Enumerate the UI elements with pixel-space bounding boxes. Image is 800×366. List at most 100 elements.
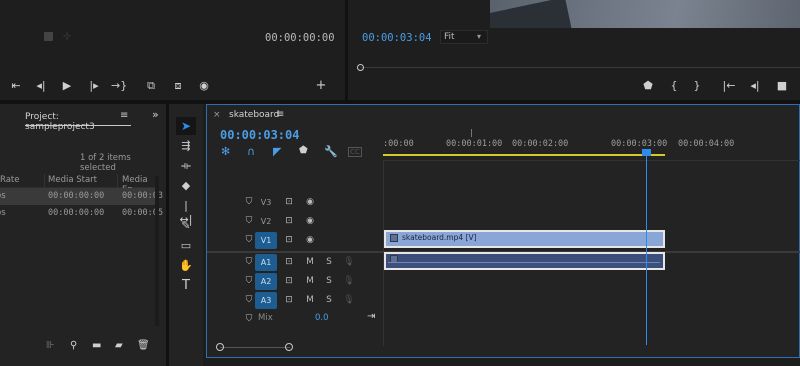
mix-label: Mix: [258, 313, 273, 323]
rectangle-tool-icon[interactable]: ▭: [178, 239, 194, 253]
sequence-menu-icon[interactable]: ≡: [276, 109, 284, 120]
overflow-icon[interactable]: »: [152, 108, 159, 121]
program-scrub-handle[interactable]: [357, 64, 364, 71]
lock-icon[interactable]: ⛉: [243, 314, 255, 324]
slip-tool-icon[interactable]: |↔|: [178, 199, 194, 226]
search-icon[interactable]: ⚲: [70, 340, 77, 351]
time-ruler[interactable]: :00:00 00:00:01:00 00:00:02:00 00:00:03:…: [383, 129, 800, 159]
project-tab[interactable]: Project: sampleproject3: [25, 110, 131, 132]
column-rate[interactable]: Rate: [0, 175, 20, 185]
project-menu-icon[interactable]: ≡: [120, 110, 128, 121]
track-label-v1[interactable]: V1: [255, 232, 277, 249]
zoom-handle-left[interactable]: [216, 343, 224, 351]
export-frame-icon[interactable]: ◉: [196, 79, 212, 93]
cell-rate: os: [0, 208, 6, 218]
lock-icon[interactable]: ⛉: [243, 257, 255, 267]
wrench-icon[interactable]: 🔧: [324, 145, 338, 158]
close-icon[interactable]: ×: [213, 110, 221, 120]
stop-icon[interactable]: ■: [774, 79, 790, 93]
mute-icon[interactable]: M: [304, 276, 316, 286]
track-label-v2[interactable]: V2: [255, 213, 277, 230]
selection-tool-icon[interactable]: ➤: [176, 117, 196, 135]
split-icon[interactable]: ⊹: [63, 31, 71, 42]
hand-tool-icon[interactable]: ✋: [178, 259, 194, 273]
work-area-bar[interactable]: [383, 154, 665, 156]
lock-icon[interactable]: ⛉: [243, 197, 255, 207]
track-label-a2[interactable]: A2: [255, 273, 277, 290]
zoom-handle-right[interactable]: [285, 343, 293, 351]
timeline-panel: × skateboard ≡ 00:00:03:04 ✻ ∩ ◤ ⬟ 🔧 CC …: [206, 104, 800, 358]
program-transport-bar: ⬟ { } |← ◂| ■: [348, 78, 800, 96]
playhead-line[interactable]: [646, 155, 647, 345]
snap-icon[interactable]: ∩: [247, 145, 255, 158]
table-row[interactable]: os 00:00:00:00 00:00:05: [0, 205, 163, 222]
storyboard-icon[interactable]: ⊪: [46, 340, 55, 351]
zoom-select[interactable]: Fit ▾: [440, 30, 488, 44]
new-item-icon[interactable]: ▰: [115, 340, 123, 351]
project-list-scrollbar[interactable]: [155, 176, 159, 326]
sync-lock-icon[interactable]: ⊡: [283, 216, 295, 226]
sync-lock-icon[interactable]: ⊡: [283, 197, 295, 207]
timeline-zoom-bar[interactable]: [220, 347, 290, 348]
new-bin-icon[interactable]: ▬: [92, 340, 101, 351]
sync-lock-icon[interactable]: ⊡: [283, 257, 295, 267]
microphone-icon[interactable]: 🎙: [343, 257, 355, 267]
razor-tool-icon[interactable]: ◆: [178, 179, 194, 193]
mute-icon[interactable]: M: [304, 295, 316, 305]
add-button-icon[interactable]: +: [313, 79, 329, 93]
solo-icon[interactable]: S: [323, 276, 335, 286]
track-label-a1[interactable]: A1: [255, 254, 277, 271]
ruler-bottom-border: [383, 160, 800, 161]
video-clip[interactable]: skateboard.mp4 [V]: [384, 230, 665, 248]
program-scrub-bar[interactable]: [360, 67, 800, 68]
track-select-tool-icon[interactable]: ⇶: [178, 139, 194, 153]
pen-tool-icon[interactable]: ✎: [178, 219, 194, 233]
column-media-start[interactable]: Media Start: [48, 175, 97, 185]
insert-icon[interactable]: ⧉: [143, 79, 159, 93]
eye-icon[interactable]: ◉: [304, 216, 316, 226]
video-track-v2: ⛉ V2 ⊡ ◉: [207, 212, 800, 231]
audio-clip[interactable]: [384, 252, 665, 270]
sequence-tab[interactable]: skateboard: [229, 110, 279, 120]
sync-lock-icon[interactable]: ⊡: [283, 295, 295, 305]
table-row[interactable]: os 00:00:00:00 00:00:03: [0, 188, 163, 205]
track-label-v3[interactable]: V3: [255, 194, 277, 211]
add-marker-icon[interactable]: ⬟: [640, 79, 656, 93]
solo-icon[interactable]: S: [323, 295, 335, 305]
trash-icon[interactable]: 🗑: [137, 340, 150, 351]
lock-icon[interactable]: ⛉: [243, 295, 255, 305]
eye-icon[interactable]: ◉: [304, 197, 316, 207]
mute-icon[interactable]: M: [304, 257, 316, 267]
lock-icon[interactable]: ⛉: [243, 235, 255, 245]
play-icon[interactable]: ▶: [59, 79, 75, 93]
type-tool-icon[interactable]: T: [178, 279, 194, 293]
track-label-a3[interactable]: A3: [255, 292, 277, 309]
ripple-edit-tool-icon[interactable]: ⟛: [178, 159, 194, 173]
eye-icon[interactable]: ◉: [304, 235, 316, 245]
mark-in-icon[interactable]: {: [666, 79, 682, 93]
overwrite-icon[interactable]: ⧈: [170, 79, 186, 93]
mix-value[interactable]: 0.0: [315, 313, 329, 323]
add-marker-icon[interactable]: ⬟: [299, 145, 308, 156]
mark-in-icon[interactable]: ⇤: [8, 79, 24, 93]
solo-icon[interactable]: S: [323, 257, 335, 267]
lock-icon[interactable]: ⛉: [243, 216, 255, 226]
timeline-timecode[interactable]: 00:00:03:04: [220, 128, 299, 142]
sync-lock-icon[interactable]: ⊡: [283, 235, 295, 245]
sync-lock-icon[interactable]: ⊡: [283, 276, 295, 286]
settings-icon[interactable]: [44, 32, 53, 41]
captions-icon[interactable]: CC: [348, 147, 362, 157]
linked-selection-icon[interactable]: ◤: [273, 145, 281, 158]
step-forward-icon[interactable]: |▸: [86, 79, 102, 93]
go-to-in-icon[interactable]: |←: [721, 79, 737, 93]
step-back-icon[interactable]: ◂|: [747, 79, 763, 93]
microphone-icon[interactable]: 🎙: [343, 276, 355, 286]
nest-icon[interactable]: ✻: [221, 145, 230, 158]
go-to-out-icon[interactable]: →}: [111, 79, 127, 93]
go-to-end-icon[interactable]: ⇥: [367, 311, 375, 322]
microphone-icon[interactable]: 🎙: [343, 295, 355, 305]
program-timecode: 00:00:03:04: [362, 32, 432, 44]
step-back-icon[interactable]: ◂|: [33, 79, 49, 93]
mark-out-icon[interactable]: }: [689, 79, 705, 93]
lock-icon[interactable]: ⛉: [243, 276, 255, 286]
